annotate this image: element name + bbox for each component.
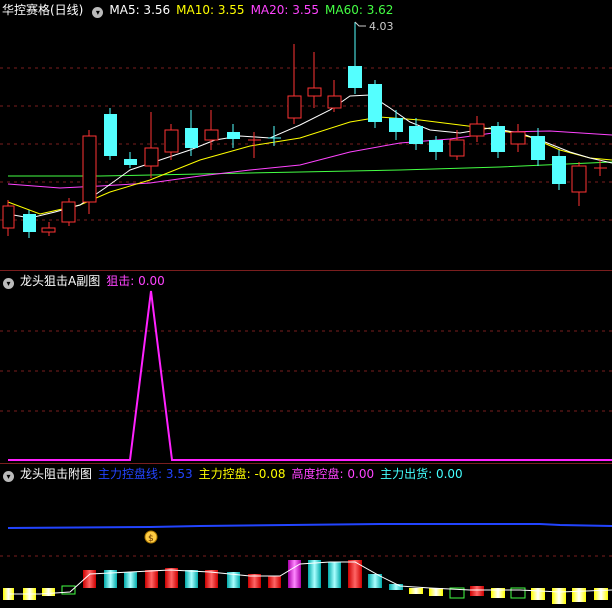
main-control-line	[7, 523, 612, 529]
candles	[2, 22, 607, 238]
high-marker-line	[354, 21, 366, 27]
chevron-down-icon[interactable]: ▾	[3, 278, 14, 289]
ma60-line	[8, 161, 612, 177]
sub-chart-a-panel[interactable]: ▾ 龙头狙击A副图 狙击: 0.00	[0, 271, 612, 463]
high-control-value: 高度控盘: 0.00	[291, 467, 375, 481]
money-bag-icon: $	[144, 530, 158, 544]
candlestick-canvas[interactable]: 4.03	[0, 0, 612, 270]
sub-chart-b-header: ▾ 龙头阻击附图 主力控盘线: 3.53 主力控盘: -0.08 高度控盘: 0.00 主…	[0, 464, 612, 484]
sub-chart-b-title: 龙头阻击附图	[20, 467, 93, 481]
main-sellout-value: 主力出货: 0.00	[380, 467, 463, 481]
sub-chart-a-header: ▾ 龙头狙击A副图 狙击: 0.00	[0, 271, 612, 291]
sub-chart-b-canvas[interactable]: $	[0, 464, 612, 608]
sniper-signal-line	[8, 290, 612, 461]
control-bars	[3, 560, 608, 604]
ma5-line	[7, 94, 612, 219]
svg-text:$: $	[148, 534, 154, 544]
main-control-line-value: 主力控盘线: 3.53	[98, 467, 193, 481]
main-control-value: 主力控盘: -0.08	[198, 467, 286, 481]
high-price-label: 4.03	[369, 20, 394, 33]
chevron-down-icon[interactable]: ▾	[3, 471, 14, 482]
sniper-value: 狙击: 0.00	[106, 274, 165, 288]
sub-chart-a-title: 龙头狙击A副图	[20, 274, 101, 288]
sub-chart-a-canvas[interactable]	[0, 271, 612, 463]
main-chart-panel[interactable]: 华控赛格(日线) ▾ MA5: 3.56 MA10: 3.55 MA20: 3.55 MA…	[0, 0, 612, 270]
sub-chart-b-panel[interactable]: $ ▾ 龙头阻击附图 主力控盘线: 3.53 主力控盘: -0.08 高度控盘: 0.0…	[0, 464, 612, 608]
